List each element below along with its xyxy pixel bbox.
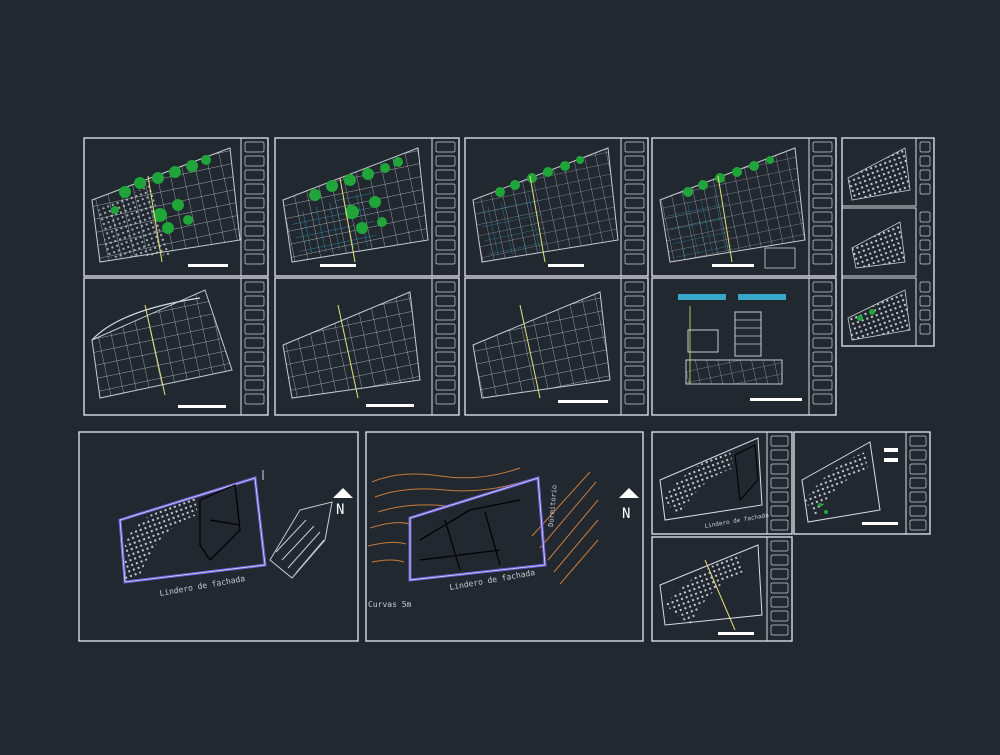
north-arrow-b: N [619,488,639,522]
sheet-r1-2[interactable] [274,137,460,277]
side-boundary-label: Dormitorio [547,484,559,527]
sheet-r2-1[interactable] [83,277,269,416]
sheet-r2-2[interactable] [274,277,460,416]
sheet-r3-1-site-plan[interactable]: Lindero de fachada N [78,431,359,642]
sheet-r2-3[interactable] [464,277,649,416]
sheet-r3-4[interactable] [793,431,931,535]
cad-modelspace[interactable]: Lindero de fachada N Lindero de fachada … [0,0,1000,751]
svg-text:N: N [622,506,630,522]
sheet-r1-4[interactable] [651,137,837,277]
sheet-r3-2-topography[interactable]: Lindero de fachada Curvas 5m Dormitorio … [365,431,644,642]
small-lot-label: Lindero de fachada [704,512,770,530]
svg-text:N: N [336,502,344,518]
north-arrow-a: N [333,488,353,518]
cad-drawing-canvas[interactable]: Lindero de fachada N Lindero de fachada … [0,0,1000,751]
sheet-r1-3[interactable] [464,137,649,277]
stair-detail [269,501,333,579]
sheet-r1-1[interactable] [83,137,269,277]
contour-lines [367,467,599,585]
sheet-r2-4-elevations[interactable] [651,277,837,416]
contour-label: Curvas 5m [368,600,412,609]
